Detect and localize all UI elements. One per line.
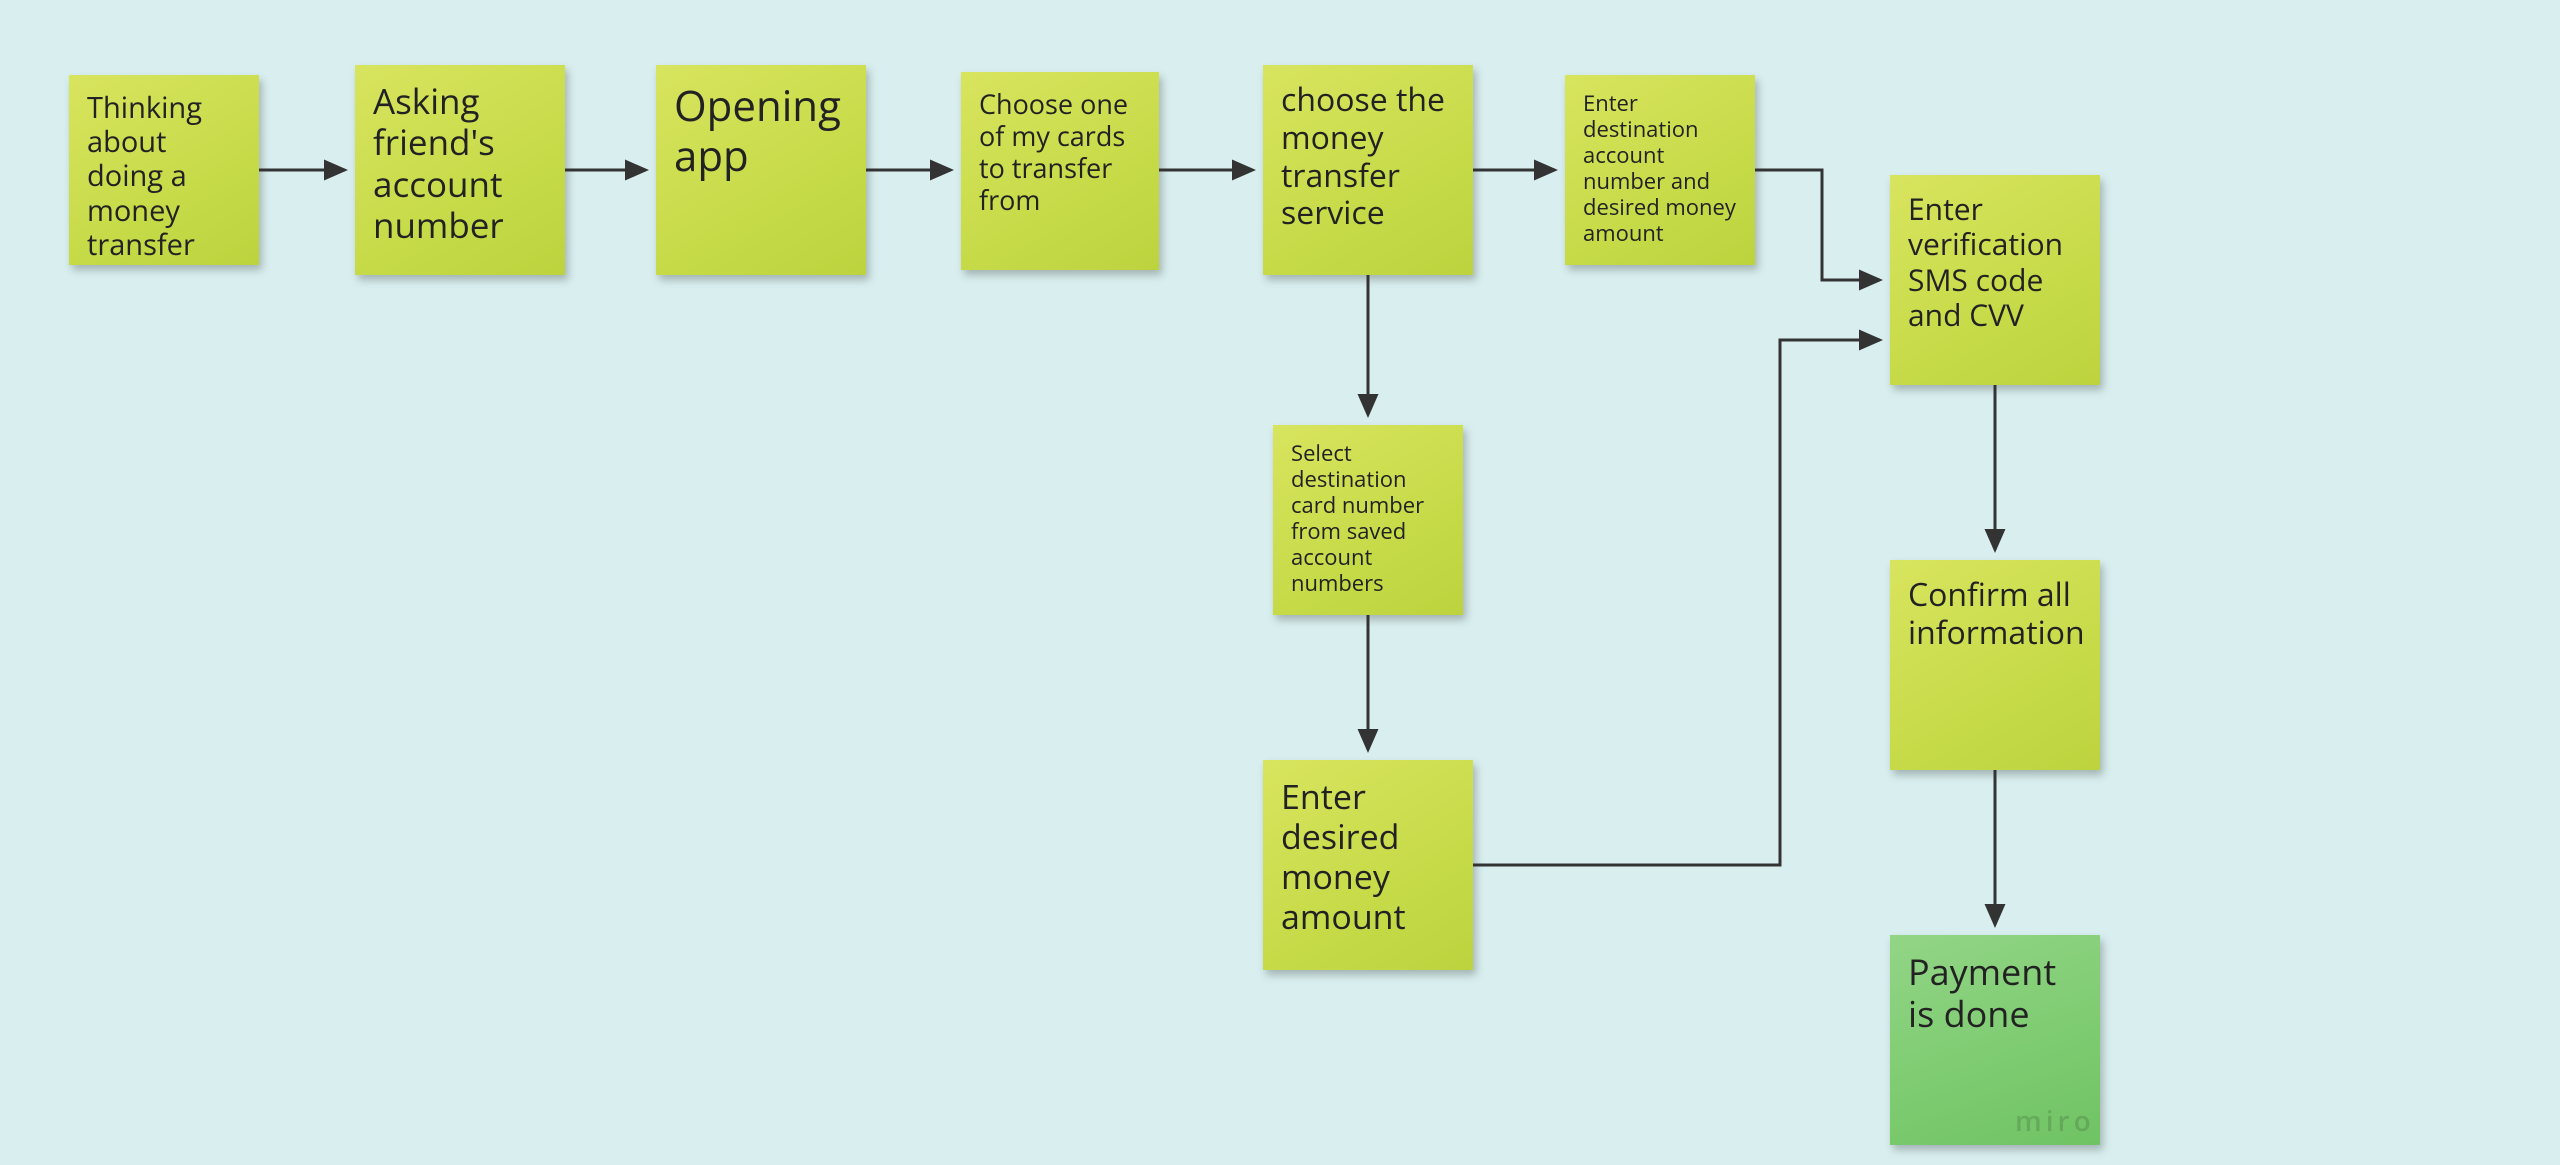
sticky-thinking-transfer[interactable]: Thinking about doing a money transfer <box>69 75 259 265</box>
sticky-asking-account[interactable]: Asking friend's account number <box>355 65 565 275</box>
sticky-enter-amount[interactable]: Enter desired money amount <box>1263 760 1473 970</box>
sticky-text: Enter destination account number and des… <box>1583 88 1736 248</box>
sticky-text: Enter desired money amount <box>1281 773 1406 939</box>
miro-watermark: miro <box>2015 1102 2095 1140</box>
sticky-text: Confirm all information <box>1908 573 2085 654</box>
arrow-n6-n7 <box>1755 170 1880 280</box>
sticky-confirm-info[interactable]: Confirm all information <box>1890 560 2100 770</box>
sticky-text: Select destination card number from save… <box>1291 438 1424 598</box>
diagram-canvas: Thinking about doing a money transfer As… <box>0 0 2560 1165</box>
sticky-choose-card[interactable]: Choose one of my cards to transfer from <box>961 72 1159 270</box>
sticky-text: Thinking about doing a money transfer <box>87 88 202 264</box>
sticky-select-saved-card[interactable]: Select destination card number from save… <box>1273 425 1463 615</box>
sticky-text: Payment is done <box>1908 947 2056 1038</box>
arrow-n9-n7 <box>1473 340 1880 865</box>
sticky-opening-app[interactable]: Opening app <box>656 65 866 275</box>
sticky-text: Opening app <box>674 77 841 184</box>
sticky-text: Enter verification SMS code and CVV <box>1908 188 2063 335</box>
watermark-text: miro <box>2015 1102 2095 1140</box>
sticky-enter-destination-typed[interactable]: Enter destination account number and des… <box>1565 75 1755 265</box>
sticky-text: Choose one of my cards to transfer from <box>979 85 1128 218</box>
sticky-text: Asking friend's account number <box>373 78 504 249</box>
sticky-choose-service[interactable]: choose the money transfer service <box>1263 65 1473 275</box>
sticky-text: choose the money transfer service <box>1281 78 1445 234</box>
sticky-enter-verification[interactable]: Enter verification SMS code and CVV <box>1890 175 2100 385</box>
